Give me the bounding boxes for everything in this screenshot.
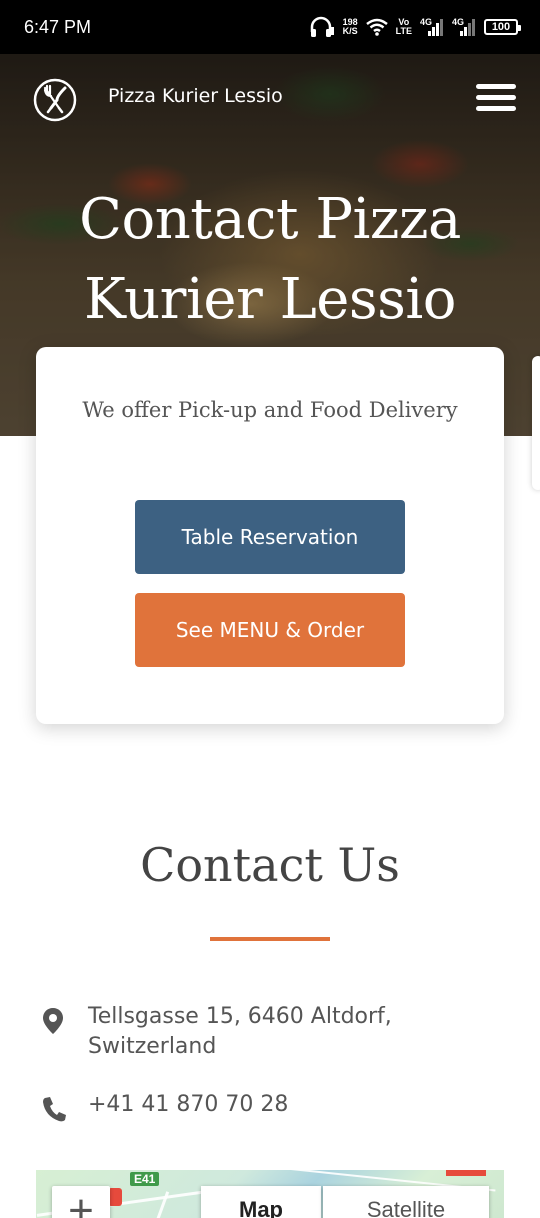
signal-icon-sim2: 4G [452,17,476,37]
page-title: Contact Pizza Kurier Lessio [0,180,540,340]
map-marker-icon [108,1188,122,1206]
phone-row: +41 41 870 70 28 [40,1090,288,1124]
page-title-line2: Kurier Lessio [84,267,457,332]
status-bar: 6:47 PM 198 K/S Vo LTE 4G 4G 100 [0,0,540,54]
signal-icon-sim1: 4G [420,17,444,37]
hamburger-menu-icon[interactable] [476,84,516,114]
location-map[interactable]: E41 + Map Satellite [36,1170,504,1218]
address-row: Tellsgasse 15, 6460 Altdorf, Switzerland [40,1002,448,1062]
phone-icon [43,1097,66,1122]
map-type-map-button[interactable]: Map [201,1186,321,1218]
contact-title: Contact Us [140,838,400,892]
phone-number[interactable]: +41 41 870 70 28 [88,1090,288,1120]
map-type-satellite-button[interactable]: Satellite [323,1186,489,1218]
signal1-label: 4G [420,17,433,27]
network-speed: 198 K/S [343,18,358,36]
side-tab[interactable] [532,356,540,490]
status-time: 6:47 PM [24,17,92,37]
map-road-segment [446,1170,486,1176]
headphones-icon [310,16,334,37]
address-text[interactable]: Tellsgasse 15, 6460 Altdorf, Switzerland [88,1002,448,1062]
speed-unit: K/S [342,26,358,36]
road-badge: E41 [130,1172,160,1186]
service-card: We offer Pick-up and Food Delivery Table… [36,347,504,724]
table-reservation-button[interactable]: Table Reservation [135,500,405,574]
status-icons: 198 K/S Vo LTE 4G 4G 100 [309,14,521,40]
title-divider [210,937,330,941]
zoom-in-button[interactable]: + [52,1186,110,1218]
wifi-icon [365,18,388,36]
see-menu-order-button[interactable]: See MENU & Order [135,593,405,667]
signal2-label: 4G [452,17,465,27]
volte-indicator: Vo LTE [396,18,412,36]
battery-icon: 100 [484,19,521,35]
service-subtitle: We offer Pick-up and Food Delivery [82,398,458,422]
page-title-line1: Contact Pizza [79,187,461,252]
volte-bottom: LTE [395,26,412,36]
map-road [145,1191,170,1218]
location-pin-icon [43,1008,63,1034]
fork-knife-icon[interactable] [33,78,77,122]
brand-name[interactable]: Pizza Kurier Lessio [108,85,283,107]
